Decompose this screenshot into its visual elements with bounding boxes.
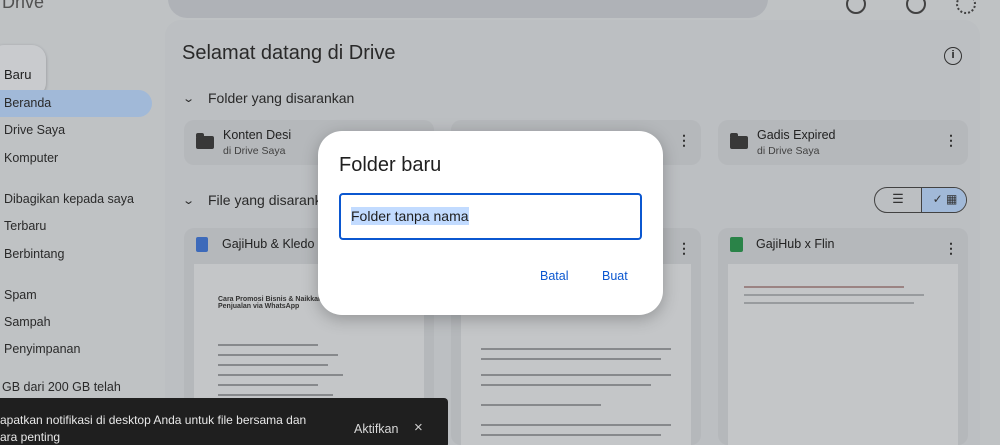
create-button[interactable]: Buat [602,269,628,283]
new-folder-dialog: Folder baru Folder tanpa nama Batal Buat [318,131,663,315]
cancel-button[interactable]: Batal [540,269,569,283]
toast-message: apatkan notifikasi di desktop Anda untuk… [0,413,307,444]
notification-toast: apatkan notifikasi di desktop Anda untuk… [0,398,448,445]
close-icon[interactable]: × [414,419,423,436]
folder-name-input[interactable] [339,193,642,240]
dialog-title: Folder baru [339,154,442,176]
enable-notifications-button[interactable]: Aktifkan [354,422,398,436]
